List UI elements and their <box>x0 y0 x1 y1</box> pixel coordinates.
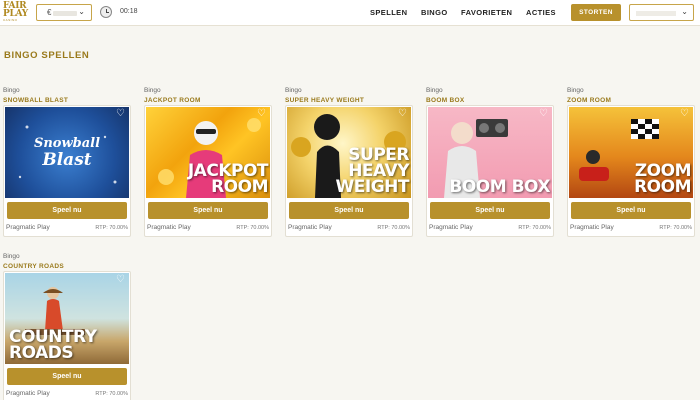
game-provider: Pragmatic Play <box>570 224 614 231</box>
currency-symbol: € <box>47 8 52 17</box>
game-category: Bingo <box>144 87 161 94</box>
play-button[interactable]: Speel nu <box>7 202 127 219</box>
game-name: ZOOM ROOM <box>567 97 612 104</box>
deposit-button[interactable]: STORTEN <box>571 4 621 21</box>
game-card: ♡ BOOM BOX Speel nu Pragmatic Play RTP: … <box>426 105 554 237</box>
game-card: ♡ ZOOM ROOM Speel nu Pragmatic Play RTP:… <box>567 105 695 237</box>
game-thumbnail[interactable]: ♡ BOOM BOX <box>428 107 552 198</box>
snowball-logo-line2: Blast <box>41 150 91 170</box>
game-rtp: RTP: 70.00% <box>377 225 410 231</box>
game-rtp: RTP: 70.00% <box>518 225 551 231</box>
game-name: SNOWBALL BLAST <box>3 97 69 104</box>
game-card: Snowball Blast ♡ Speel nu Pragmatic Play… <box>3 105 131 237</box>
favorite-heart-icon[interactable]: ♡ <box>116 275 125 285</box>
favorite-heart-icon[interactable]: ♡ <box>680 109 689 119</box>
thumbnail-title: ZOOM ROOM <box>634 161 691 197</box>
game-provider: Pragmatic Play <box>147 224 191 231</box>
game-name: JACKPOT ROOM <box>144 97 201 104</box>
game-card: ♡ COUNTRY ROADS Speel nu Pragmatic Play … <box>3 271 131 400</box>
game-category: Bingo <box>3 253 20 260</box>
nav-bingo[interactable]: BINGO <box>421 8 448 17</box>
game-rtp: RTP: 70.00% <box>659 225 692 231</box>
currency-selector[interactable]: € ⌄ <box>36 4 92 21</box>
fairplay-logo[interactable]: FAIR PLAY CASINO <box>3 2 31 24</box>
game-name: BOOM BOX <box>426 97 465 104</box>
top-header: FAIR PLAY CASINO € ⌄ 00:18 SPELLEN BINGO… <box>0 0 700 26</box>
chevron-down-icon: ⌄ <box>681 7 688 16</box>
favorite-heart-icon[interactable]: ♡ <box>257 109 266 119</box>
nav-spellen[interactable]: SPELLEN <box>370 8 407 17</box>
game-card: ♡ SUPER HEAVY WEIGHT Speel nu Pragmatic … <box>285 105 413 237</box>
game-category: Bingo <box>426 87 443 94</box>
game-rtp: RTP: 70.00% <box>95 225 128 231</box>
favorite-heart-icon[interactable]: ♡ <box>398 109 407 119</box>
play-button[interactable]: Speel nu <box>7 368 127 385</box>
play-button[interactable]: Speel nu <box>289 202 409 219</box>
game-thumbnail[interactable]: ♡ JACKPOT ROOM <box>146 107 270 198</box>
thumbnail-title: COUNTRY ROADS <box>9 327 97 363</box>
play-button[interactable]: Speel nu <box>148 202 268 219</box>
favorite-heart-icon[interactable]: ♡ <box>539 109 548 119</box>
game-category: Bingo <box>567 87 584 94</box>
game-thumbnail[interactable]: ♡ SUPER HEAVY WEIGHT <box>287 107 411 198</box>
game-rtp: RTP: 70.00% <box>236 225 269 231</box>
game-provider: Pragmatic Play <box>6 390 50 397</box>
game-thumbnail[interactable]: Snowball Blast ♡ <box>5 107 129 198</box>
game-thumbnail[interactable]: ♡ ZOOM ROOM <box>569 107 693 198</box>
game-thumbnail[interactable]: ♡ COUNTRY ROADS <box>5 273 129 364</box>
balance-placeholder <box>53 11 77 16</box>
game-name: SUPER HEAVY WEIGHT <box>285 97 365 104</box>
thumbnail-title: SUPER HEAVY WEIGHT <box>335 145 410 197</box>
snowball-art: Snowball Blast <box>18 125 117 184</box>
game-provider: Pragmatic Play <box>429 224 473 231</box>
game-category: Bingo <box>3 87 20 94</box>
snowball-logo-line1: Snowball <box>34 136 100 151</box>
thumbnail-title: BOOM BOX <box>449 177 550 197</box>
chevron-down-icon: ⌄ <box>78 7 85 16</box>
nav-favorieten[interactable]: FAVORIETEN <box>461 8 512 17</box>
game-name: COUNTRY ROADS <box>3 263 64 270</box>
game-provider: Pragmatic Play <box>288 224 332 231</box>
section-title: BINGO SPELLEN <box>4 50 90 61</box>
play-button[interactable]: Speel nu <box>571 202 691 219</box>
nav-acties[interactable]: ACTIES <box>526 8 556 17</box>
thumbnail-title: JACKPOT ROOM <box>187 161 269 197</box>
account-placeholder <box>636 11 676 16</box>
game-provider: Pragmatic Play <box>6 224 50 231</box>
game-card: ♡ JACKPOT ROOM Speel nu Pragmatic Play R… <box>144 105 272 237</box>
favorite-heart-icon[interactable]: ♡ <box>116 109 125 119</box>
play-button[interactable]: Speel nu <box>430 202 550 219</box>
session-time: 00:18 <box>120 8 138 15</box>
clock-icon <box>100 6 112 18</box>
game-rtp: RTP: 70.00% <box>95 391 128 397</box>
account-dropdown[interactable]: ⌄ <box>629 4 694 21</box>
game-category: Bingo <box>285 87 302 94</box>
